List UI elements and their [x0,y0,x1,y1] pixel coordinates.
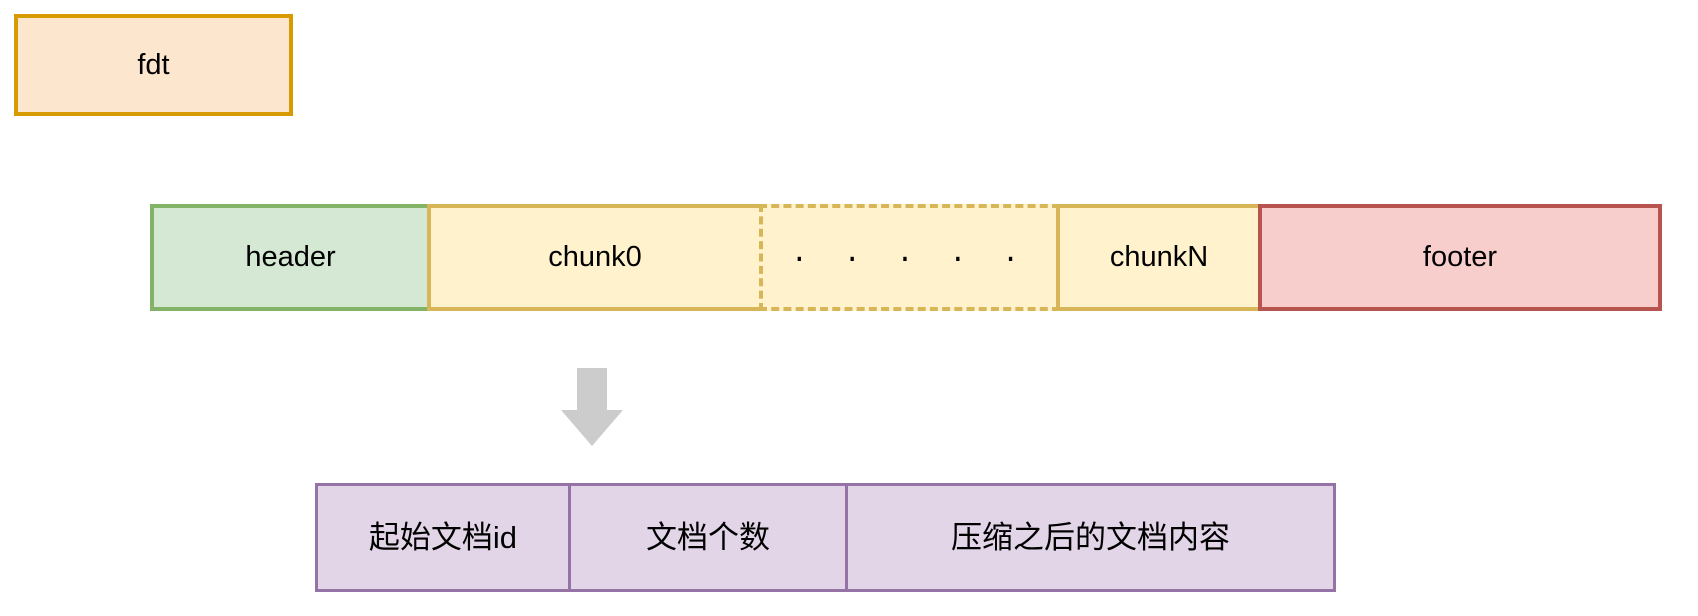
chunk-field-compressed-content: 压缩之后的文档内容 [845,483,1336,592]
segment-chunkn: chunkN [1056,204,1262,311]
segment-footer-label: footer [1422,241,1498,273]
chunk-field-doc-count: 文档个数 [568,483,848,592]
segment-chunk0-label: chunk0 [548,241,642,273]
chunk-field-start-doc-id: 起始文档id [315,483,571,592]
segment-ellipsis: . . . . . [759,204,1060,311]
segment-chunk0: chunk0 [427,204,763,311]
segment-chunkn-label: chunkN [1109,241,1209,273]
fdt-title-box: fdt [14,14,293,116]
ellipsis-label: . . . . . [790,237,1029,270]
diagram-canvas: fdt header chunk0 . . . . . chunkN foote… [0,0,1698,616]
file-layout-bar: header chunk0 . . . . . chunkN footer [150,204,1662,311]
segment-header: header [150,204,431,311]
chunk-field-doc-count-label: 文档个数 [646,520,770,555]
chunk-detail-bar: 起始文档id 文档个数 压缩之后的文档内容 [315,483,1336,592]
segment-header-label: header [245,241,336,273]
down-arrow-icon [561,368,623,446]
segment-footer: footer [1258,204,1662,311]
chunk-field-compressed-content-label: 压缩之后的文档内容 [951,520,1230,555]
fdt-title-label: fdt [137,48,170,81]
chunk-field-start-doc-id-label: 起始文档id [368,520,518,555]
